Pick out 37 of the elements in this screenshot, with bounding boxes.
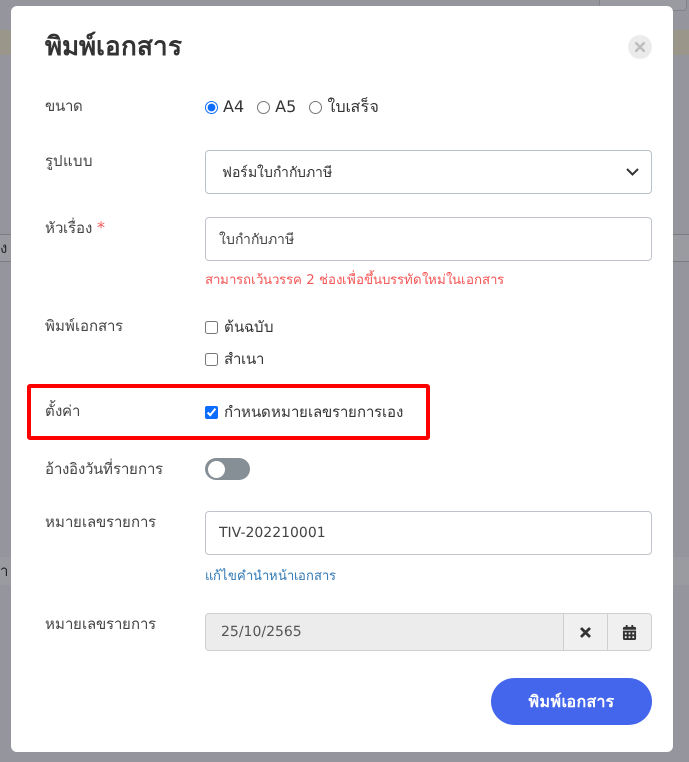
edit-prefix-link[interactable]: แก้ไขคำนำหน้าเอกสาร [205, 568, 336, 586]
checkbox[interactable] [205, 352, 218, 366]
field-label: ขนาด [45, 96, 83, 117]
option-label[interactable]: ใบเสร็จ [327, 96, 378, 118]
checkbox[interactable] [205, 406, 218, 418]
field-label: อ้างอิงวันที่รายการ [45, 458, 163, 480]
radio-button[interactable] [309, 100, 322, 114]
option-label[interactable]: A4 [223, 96, 244, 118]
select-field[interactable]: ฟอร์มใบกำกับภาษี [205, 150, 652, 194]
hint-text: สามารถเว้นวรรค 2 ช่องเพื่อขึ้นบรรทัดใหม่ในเอกสาร [205, 271, 652, 291]
option-label[interactable]: กำหนดหมายเลขรายการเอง [224, 401, 403, 423]
background-text: ง [0, 238, 7, 258]
field-label: รูปแบบ [45, 151, 93, 172]
dialog-title: พิมพ์เอกสาร [45, 30, 182, 64]
print-button[interactable]: พิมพ์เอกสาร [491, 678, 652, 725]
radio-button[interactable] [205, 100, 218, 114]
clear-button[interactable] [564, 613, 608, 651]
text-input[interactable]: ใบกำกับภาษี [205, 217, 652, 261]
field-label: หมายเลขรายการ [45, 512, 156, 533]
close-icon [635, 42, 645, 52]
checkbox[interactable] [205, 320, 218, 334]
option-label[interactable]: A5 [275, 96, 296, 118]
chevron-down-icon [626, 168, 639, 176]
required-mark: * [97, 217, 105, 239]
radio-button[interactable] [257, 100, 270, 114]
x-icon [578, 624, 593, 640]
field-label: ตั้งค่า [45, 400, 80, 422]
background-text: า [0, 561, 8, 581]
text-input[interactable]: TIV-202210001 [205, 511, 652, 555]
option-label[interactable]: ต้นฉบับ [224, 316, 274, 338]
field-label: หมายเลขรายการ [45, 614, 156, 635]
toggle-switch[interactable] [205, 458, 250, 480]
option-label[interactable]: สำเนา [224, 348, 264, 370]
calendar-button[interactable] [608, 613, 652, 651]
field-label: หัวเรื่อง [45, 217, 92, 239]
calendar-icon [622, 624, 637, 640]
field-label: พิมพ์เอกสาร [45, 316, 123, 337]
